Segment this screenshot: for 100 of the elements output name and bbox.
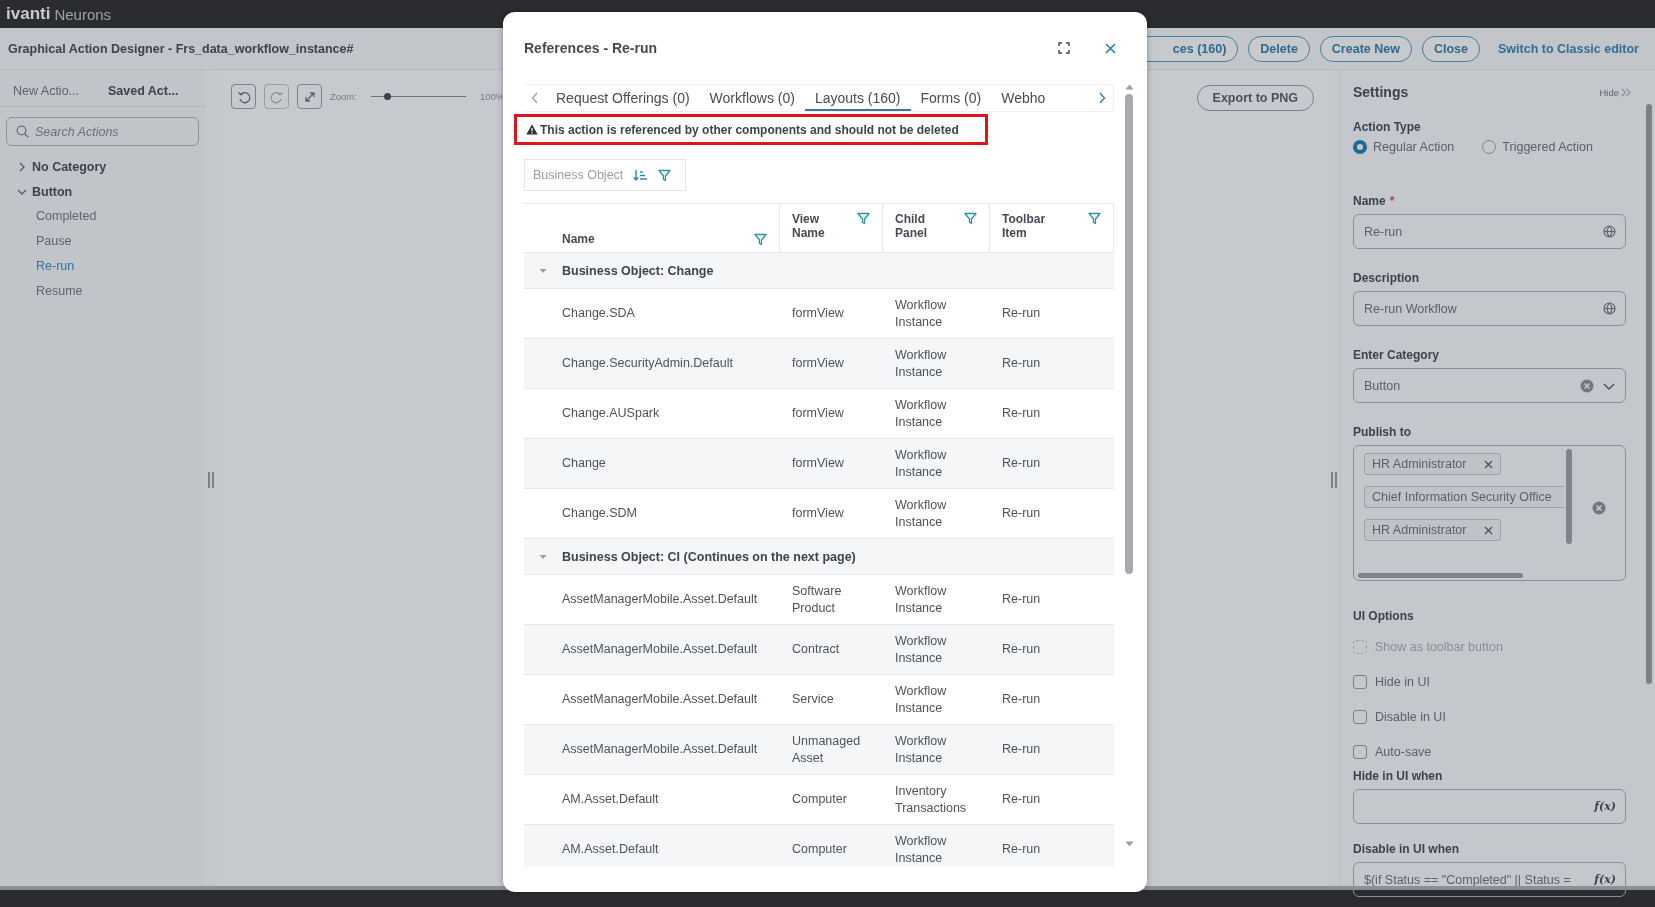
radio-button[interactable] (1353, 140, 1367, 154)
column-header: View Name (792, 212, 826, 242)
filter-icon[interactable] (658, 168, 672, 182)
field-value: Re-run (1364, 224, 1404, 239)
scrollbar[interactable] (1358, 573, 1523, 578)
tree-item[interactable]: No Category (32, 159, 107, 174)
table-cell: formView (792, 455, 844, 472)
export-button[interactable]: Export to PNG (1196, 85, 1314, 111)
table-cell: Re-run (1002, 592, 1041, 606)
resize-handle[interactable] (208, 472, 214, 488)
expand-button[interactable] (297, 84, 322, 109)
tag-label: Chief Information Security Office (1372, 490, 1552, 504)
zoom-label: Zoom: (330, 91, 357, 102)
table-cell: AM.Asset.Default (562, 842, 659, 856)
tree-item[interactable]: Button (32, 184, 73, 199)
sort-icon[interactable] (633, 168, 649, 182)
chevron-right-icon (1098, 92, 1106, 104)
tab[interactable]: Workflows (0) (699, 85, 805, 111)
scrollbar[interactable] (1125, 94, 1133, 574)
table-cell-text: Software Product (792, 582, 843, 617)
section-label: UI Options (1353, 609, 1415, 623)
classic-editor-link[interactable]: Switch to Classic editor (1490, 41, 1647, 56)
checkbox-label: Hide in UI (1375, 674, 1430, 689)
chevron-left-icon (531, 92, 539, 104)
radio-label: Triggered Action (1502, 140, 1593, 154)
table-cell: Re-run (1002, 406, 1041, 420)
table-cell: Re-run (1002, 506, 1041, 520)
checkbox-label: Disable in UI (1375, 709, 1446, 724)
dialog-title: References - Re-run (524, 40, 659, 56)
caret-down-icon[interactable] (539, 553, 547, 560)
filter-icon[interactable] (857, 212, 870, 225)
text-field[interactable]: Re-run Workflow (1353, 291, 1626, 326)
tree-item[interactable]: Resume (6, 279, 83, 304)
field-label: Publish to (1353, 425, 1412, 439)
field-value: Button (1364, 378, 1402, 393)
field-label: Hide in UI when (1353, 769, 1444, 783)
category-dropdown[interactable]: Button (1353, 368, 1626, 403)
group-by-chip[interactable]: Business Object (524, 159, 686, 191)
function-button[interactable]: f(x) (1594, 873, 1616, 886)
tree-item[interactable]: Pause (6, 229, 72, 254)
tab[interactable]: Request Offerings (0) (546, 85, 700, 111)
warning-icon (526, 124, 538, 135)
scrollbar[interactable] (1646, 104, 1652, 684)
table-cell-text: Workflow Instance (895, 682, 948, 717)
column-header: Child Panel (895, 212, 928, 242)
checkbox[interactable] (1353, 709, 1367, 724)
table-cell-text: Workflow Instance (895, 582, 948, 617)
hide-link[interactable]: Hide (1599, 86, 1631, 98)
filter-icon[interactable] (754, 233, 767, 246)
expression-field[interactable]: f(x) (1353, 789, 1626, 824)
checkbox[interactable] (1353, 744, 1367, 759)
tab[interactable]: Webho (991, 85, 1054, 111)
function-button[interactable]: f(x) (1594, 800, 1616, 813)
group-row[interactable]: Business Object: Change (524, 253, 1114, 289)
table-cell-text: Workflow Instance (895, 446, 948, 481)
table-cell: Re-run (1002, 792, 1041, 806)
checkbox[interactable] (1353, 674, 1367, 689)
table-cell-text: Workflow Instance (895, 296, 948, 331)
resize-handle[interactable] (1331, 472, 1337, 488)
page-title: Graphical Action Designer - Frs_data_workflow_instance# (8, 41, 354, 56)
publish-to-field[interactable]: HR Administrator Chief Information Security Office HR Administrator (1353, 445, 1626, 581)
scrollbar[interactable] (1566, 449, 1572, 544)
header-button[interactable]: Delete (1248, 35, 1310, 62)
clear-icon[interactable] (1580, 378, 1594, 393)
clear-icon[interactable] (1592, 501, 1606, 515)
close-icon[interactable] (1484, 525, 1494, 535)
table-cell: Change.SecurityAdmin.Default (562, 356, 733, 370)
table-cell: formView (792, 355, 844, 372)
search-field[interactable]: Search Actions (6, 117, 199, 146)
globe-icon[interactable] (1603, 302, 1616, 315)
header-button[interactable]: Create New (1319, 35, 1412, 62)
tag-label: HR Administrator (1372, 523, 1467, 537)
globe-icon[interactable] (1603, 225, 1616, 238)
tab[interactable]: Layouts (160) (804, 85, 911, 111)
sidebar-tab[interactable]: Saved Act... (101, 76, 196, 106)
table-cell: Re-run (1002, 842, 1041, 856)
tab[interactable]: Forms (0) (910, 85, 992, 111)
tree-item[interactable]: Re-run (6, 254, 75, 279)
header-button[interactable]: Close (1421, 35, 1480, 62)
zoom-slider[interactable] (370, 95, 466, 98)
text-field[interactable]: Re-run (1353, 214, 1626, 249)
sidebar-tab[interactable]: New Actio... (6, 76, 101, 106)
table-cell: AssetManagerMobile.Asset.Default (562, 692, 758, 706)
caret-down-icon[interactable] (539, 267, 547, 274)
filter-icon[interactable] (1088, 212, 1101, 225)
group-row[interactable]: Business Object: CI (Continues on the next page) (524, 539, 1114, 575)
table-cell: formView (792, 305, 844, 322)
table-cell-text: Workflow Instance (895, 346, 948, 381)
tree-item[interactable]: Completed (6, 204, 97, 229)
filter-icon[interactable] (964, 212, 977, 225)
slider-thumb[interactable] (384, 92, 392, 100)
undo-button[interactable] (231, 84, 256, 109)
table-cell-text: Workflow Instance (895, 632, 948, 667)
scroll-down-icon[interactable] (1124, 841, 1134, 847)
close-icon[interactable] (1484, 459, 1494, 469)
scroll-up-icon[interactable] (1124, 84, 1134, 90)
table-cell-text: Workflow Instance (895, 732, 948, 767)
table-cell: AssetManagerMobile.Asset.Default (562, 742, 758, 756)
panel-title: Settings (1353, 84, 1409, 100)
table-cell: AM.Asset.Default (562, 792, 659, 806)
